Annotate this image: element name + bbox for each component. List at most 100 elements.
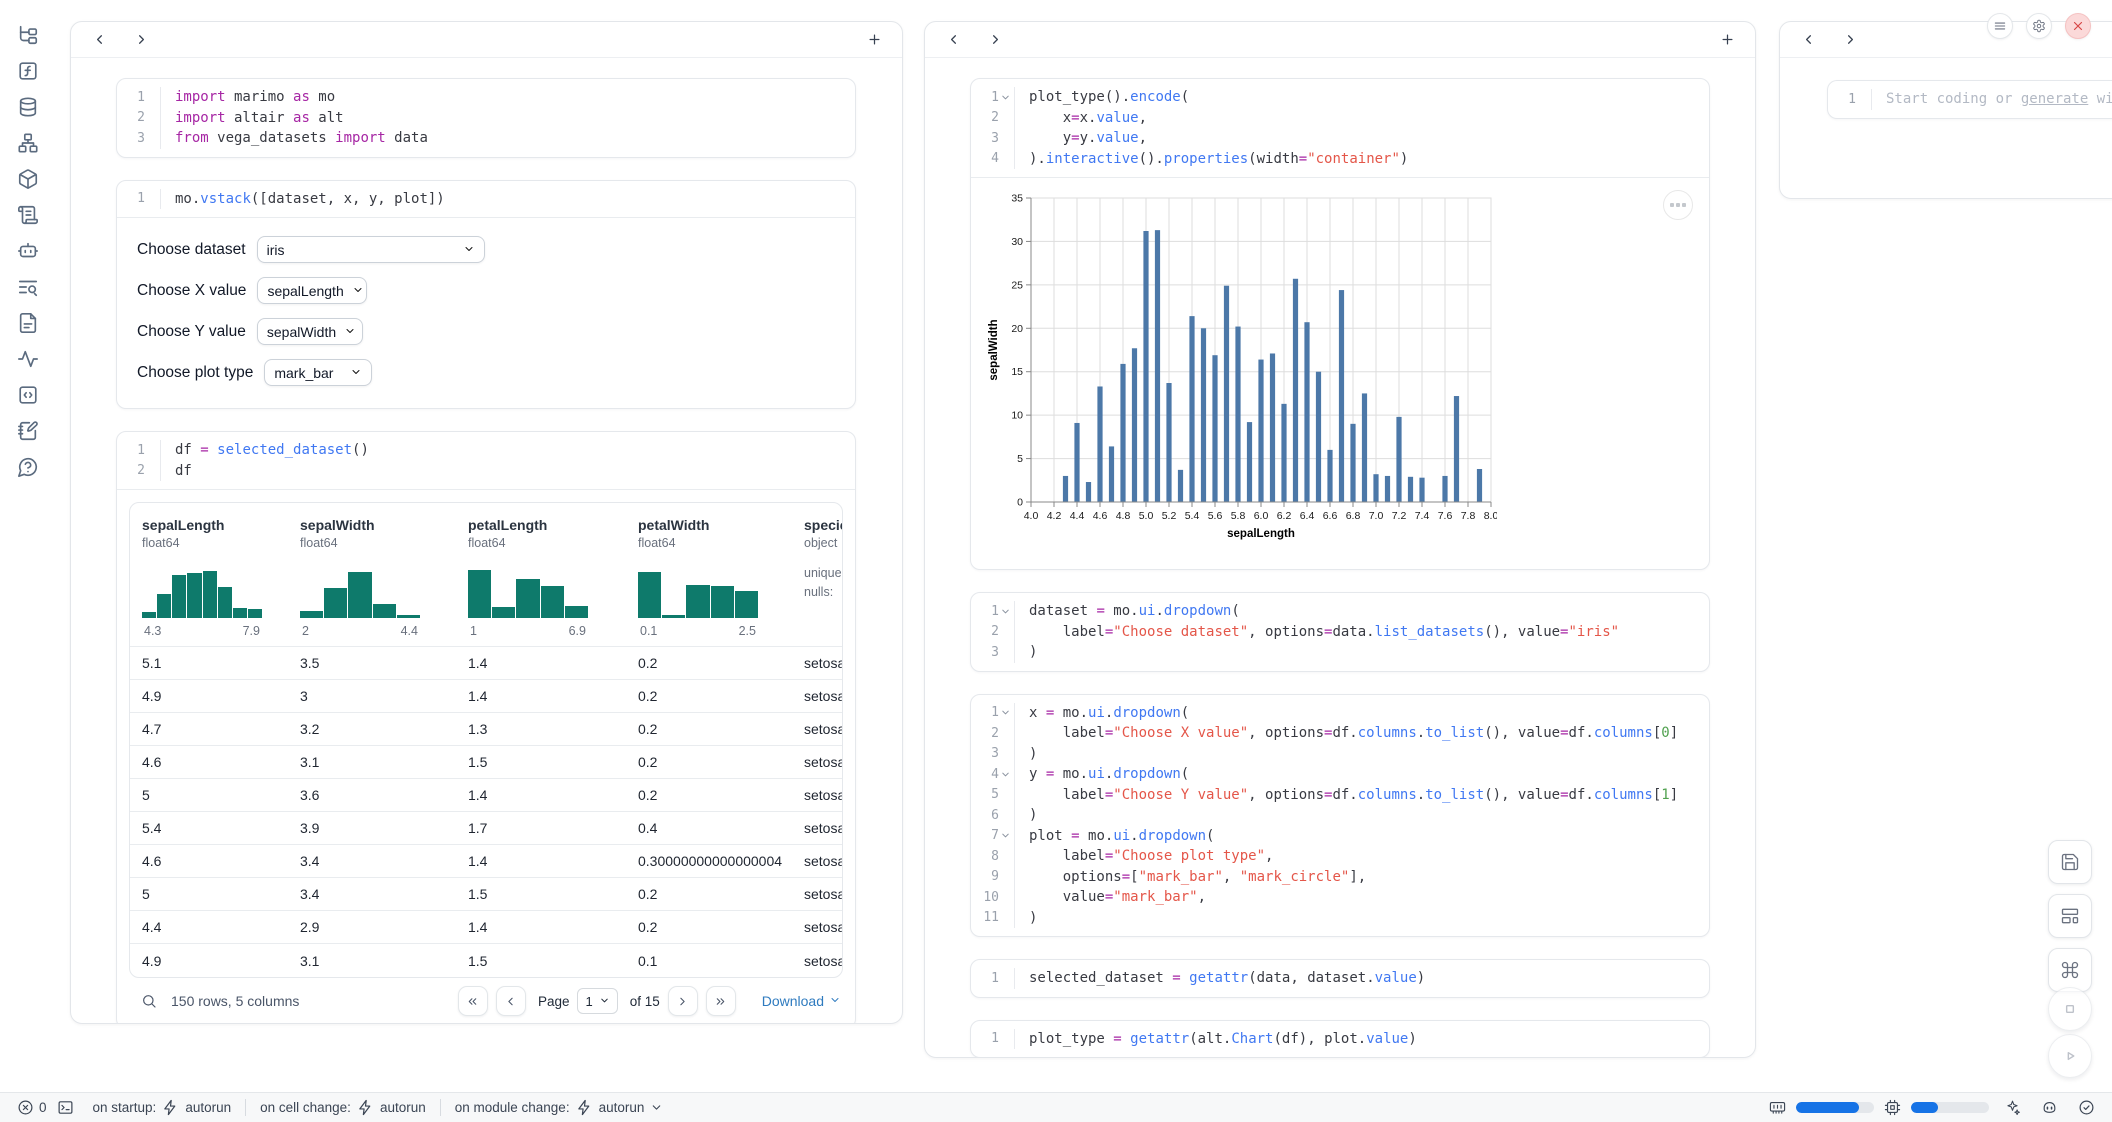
layout-button[interactable] [2048, 894, 2092, 938]
code-lines[interactable]: x = mo.ui.dropdown( label="Choose X valu… [1015, 703, 1678, 929]
function-square-icon[interactable] [10, 56, 46, 86]
chart-actions-menu-button[interactable] [1663, 190, 1693, 220]
run-setting-item[interactable]: on cell change:autorun [246, 1099, 440, 1116]
close-button[interactable] [2065, 13, 2091, 39]
fold-toggle-icon[interactable] [1000, 707, 1011, 718]
code-editor[interactable]: 1plot_type = getattr(alt.Chart(df), plot… [971, 1021, 1709, 1058]
column-prev-button[interactable] [87, 28, 111, 52]
dropdown-select-0[interactable]: iris [257, 236, 485, 263]
table-column-header[interactable]: sepalLengthfloat644.37.9 [142, 517, 300, 638]
column-next-button[interactable] [983, 28, 1007, 52]
save-button[interactable] [2048, 840, 2092, 884]
package-icon[interactable] [10, 164, 46, 194]
help-chat-icon[interactable] [10, 452, 46, 482]
code-token: label [1029, 848, 1105, 864]
code-editor[interactable]: 123dataset = mo.ui.dropdown( label="Choo… [971, 593, 1709, 671]
fold-toggle-icon[interactable] [1000, 606, 1011, 617]
table-row[interactable]: 4.42.91.40.2setosa [130, 911, 842, 944]
code-editor[interactable]: 1234plot_type().encode( x=x.value, y=y.v… [971, 79, 1709, 177]
column-next-button[interactable] [129, 28, 153, 52]
table-row[interactable]: 53.61.40.2setosa [130, 779, 842, 812]
connection-status-button[interactable] [2073, 1099, 2100, 1116]
add-cell-button[interactable] [862, 28, 886, 52]
code-placeholder[interactable]: Start coding or generate with [1872, 89, 2112, 110]
code-editor[interactable]: 1Start coding or generate with [1828, 81, 2112, 118]
code-editor[interactable]: 1mo.vstack([dataset, x, y, plot]) [117, 181, 855, 218]
copilot-button[interactable] [2036, 1099, 2063, 1116]
table-row[interactable]: 4.73.21.30.2setosa [130, 713, 842, 746]
table-column-header[interactable]: petalLengthfloat6416.9 [468, 517, 638, 638]
workflow-icon[interactable] [10, 128, 46, 158]
ai-assistant-button[interactable] [1999, 1099, 2026, 1116]
activity-icon[interactable] [10, 344, 46, 374]
code-token [209, 442, 217, 458]
settings-button[interactable] [2026, 13, 2052, 39]
table-column-header[interactable]: sepalWidthfloat6424.4 [300, 517, 468, 638]
run-setting-item[interactable]: on module change:autorun [441, 1099, 678, 1116]
first-page-button[interactable] [458, 986, 488, 1016]
table-row[interactable]: 4.93.11.50.1setosa [130, 944, 842, 977]
code-lines[interactable]: plot_type = getattr(alt.Chart(df), plot.… [1015, 1029, 1417, 1050]
code-editor[interactable]: 1selected_dataset = getattr(data, datase… [971, 960, 1709, 997]
dropdown-label: Choose X value [137, 282, 246, 300]
app-menu-button[interactable] [1987, 13, 2013, 39]
table-row[interactable]: 4.63.11.50.2setosa [130, 746, 842, 779]
code-editor[interactable]: 1234567891011x = mo.ui.dropdown( label="… [971, 695, 1709, 937]
scroll-icon[interactable] [10, 200, 46, 230]
table-column-header[interactable]: petalWidthfloat640.12.5 [638, 517, 804, 638]
chat-bot-icon[interactable] [10, 236, 46, 266]
command-button[interactable] [2048, 948, 2092, 992]
fold-toggle-icon[interactable] [1000, 769, 1011, 780]
file-tree-icon[interactable] [10, 20, 46, 50]
fold-toggle-icon[interactable] [1000, 830, 1011, 841]
page-select[interactable]: 1 [577, 988, 617, 1014]
last-page-button[interactable] [706, 986, 736, 1016]
line-number: 2 [137, 463, 145, 478]
stop-button[interactable] [2048, 987, 2092, 1031]
code-lines[interactable]: import marimo as moimport altair as altf… [161, 87, 428, 149]
table-search-button[interactable] [137, 989, 161, 1013]
run-setting-item[interactable]: on startup:autorun [79, 1099, 246, 1116]
table-row[interactable]: 4.63.41.40.30000000000000004setosa [130, 845, 842, 878]
run-button[interactable] [2048, 1034, 2092, 1078]
next-page-button[interactable] [668, 986, 698, 1016]
fold-toggle-icon[interactable] [1000, 92, 1011, 103]
code-lines[interactable]: dataset = mo.ui.dropdown( label="Choose … [1015, 601, 1619, 663]
table-row[interactable]: 5.13.51.40.2setosa [130, 647, 842, 680]
download-button[interactable]: Download [762, 993, 841, 1009]
list-search-icon[interactable] [10, 272, 46, 302]
code-editor[interactable]: 123import marimo as moimport altair as a… [117, 79, 855, 157]
prev-page-button[interactable] [496, 986, 526, 1016]
dropdown-select-2[interactable]: sepalWidth [257, 318, 363, 345]
terminal-button[interactable] [52, 1099, 79, 1116]
table-row[interactable]: 5.43.91.70.4setosa [130, 812, 842, 845]
code-lines[interactable]: plot_type().encode( x=x.value, y=y.value… [1015, 87, 1408, 169]
fold-spacer [1000, 851, 1011, 862]
code-lines[interactable]: df = selected_dataset()df [161, 440, 369, 481]
code-editor[interactable]: 12df = selected_dataset()df [117, 432, 855, 489]
add-cell-button[interactable] [1715, 28, 1739, 52]
table-row[interactable]: 53.41.50.2setosa [130, 878, 842, 911]
dropdown-select-3[interactable]: mark_bar [264, 359, 372, 386]
range-min: 2 [302, 624, 309, 638]
generate-with-ai-link[interactable]: generate [2021, 91, 2088, 107]
errors-button[interactable]: 0 [12, 1099, 52, 1116]
column-next-button[interactable] [1838, 28, 1862, 52]
document-icon[interactable] [10, 308, 46, 338]
selected-value: sepalLength [267, 283, 343, 299]
dropdown-select-1[interactable]: sepalLength [257, 277, 367, 304]
table-cell: 3.1 [300, 754, 468, 770]
code-lines[interactable]: selected_dataset = getattr(data, dataset… [1015, 968, 1425, 989]
notebook-edit-icon[interactable] [10, 416, 46, 446]
table-row[interactable]: 4.931.40.2setosa [130, 680, 842, 713]
code-block-icon[interactable] [10, 380, 46, 410]
column-prev-button[interactable] [941, 28, 965, 52]
altair-chart[interactable]: 4.04.24.44.64.85.05.25.45.65.86.06.26.46… [985, 192, 1709, 553]
run-setting-value: autorun [185, 1100, 231, 1115]
code-lines[interactable]: mo.vstack([dataset, x, y, plot]) [161, 189, 445, 210]
database-icon[interactable] [10, 92, 46, 122]
histogram-bar [711, 586, 734, 618]
column-dtype: float64 [638, 536, 804, 550]
column-prev-button[interactable] [1796, 28, 1820, 52]
table-column-header[interactable]: speciesobjectunique:nulls: [804, 517, 843, 638]
